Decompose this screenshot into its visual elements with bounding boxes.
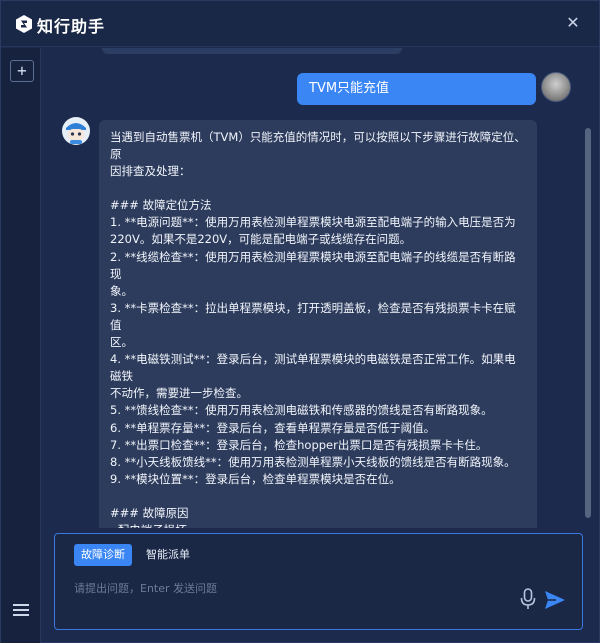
app-title: 知行助手 (37, 17, 106, 36)
question-input[interactable] (74, 578, 504, 598)
message-line: 3. **卡票检查**：拉出单程票模块，打开透明盖板，检查是否有残损票卡卡在赋值 (110, 300, 516, 332)
message-line: 7. **出票口检查**：登录后台，检查hopper出票口是否有残损票卡卡住。 (110, 437, 488, 452)
message-line: 象。 (110, 283, 133, 298)
close-icon[interactable]: ✕ (563, 13, 583, 33)
new-chat-button[interactable]: + (10, 60, 34, 82)
chat-area: TVM只能充值 当遇到自动售票机（TVM）只能充值的情况时，可以按照以下步骤进行… (42, 48, 599, 528)
composer: 故障诊断 智能派单 (54, 533, 583, 630)
message-line: 9. **模块位置**：登录后台，检查单程票模块是否在位。 (110, 471, 401, 486)
sidebar: + (1, 48, 41, 643)
message-line: 5. **馈线检查**：使用万用表检测电磁铁和传感器的馈线是否有断路现象。 (110, 403, 493, 418)
message-line: 6. **单程票存量**：登录后台，查看单程票存量是否低于阈值。 (110, 420, 436, 435)
message-line: 220V。如果不是220V，可能是配电端子或线缆存在问题。 (110, 232, 412, 247)
message-line: 因排查及处理： (110, 164, 191, 179)
message-line: 不动作，需要进一步检查。 (110, 386, 248, 401)
message-line: ### 故障定位方法 (110, 198, 212, 213)
tab-fault-diagnosis[interactable]: 故障诊断 (74, 544, 132, 566)
message-line: 2. **线缆检查**：使用万用表检测单程票模块电源至配电端子的线缆是否有断路现 (110, 249, 516, 281)
user-message-row: TVM只能充值 (42, 72, 599, 106)
user-avatar (541, 72, 571, 102)
message-line: 4. **电磁铁测试**：登录后台，测试单程票模块的电磁铁是否正常工作。如果电磁… (110, 352, 516, 384)
previous-message-edge (102, 48, 402, 54)
bot-avatar (62, 117, 90, 145)
message-line: 区。 (110, 335, 133, 350)
assistant-window: 知行助手 ✕ + TVM只能充值 当遇到自动售票机（TVM）只能充值的情况时，可… (0, 0, 600, 643)
bot-message-bubble: 当遇到自动售票机（TVM）只能充值的情况时，可以按照以下步骤进行故障定位、原因排… (99, 120, 537, 528)
chat-scrollbar[interactable] (585, 128, 591, 518)
message-line: 当遇到自动售票机（TVM）只能充值的情况时，可以按照以下步骤进行故障定位、原 (110, 130, 526, 162)
mic-icon[interactable] (520, 588, 536, 610)
message-line: 1. **电源问题**：使用万用表检测单程票模块电源至配电端子的输入电压是否为 (110, 215, 516, 230)
app-logo-icon (16, 15, 32, 33)
title-bar: 知行助手 ✕ (1, 1, 599, 47)
user-message-bubble: TVM只能充值 (297, 73, 536, 105)
menu-icon[interactable] (13, 604, 29, 618)
message-line: ### 故障原因 (110, 505, 189, 520)
send-icon[interactable] (544, 590, 566, 610)
message-line: - 配电端子损坏 (110, 522, 527, 528)
message-line: 8. **小天线板馈线**：使用万用表检测单程票小天线板的馈线是否有断路现象。 (110, 454, 516, 469)
tab-smart-dispatch[interactable]: 智能派单 (139, 544, 197, 566)
